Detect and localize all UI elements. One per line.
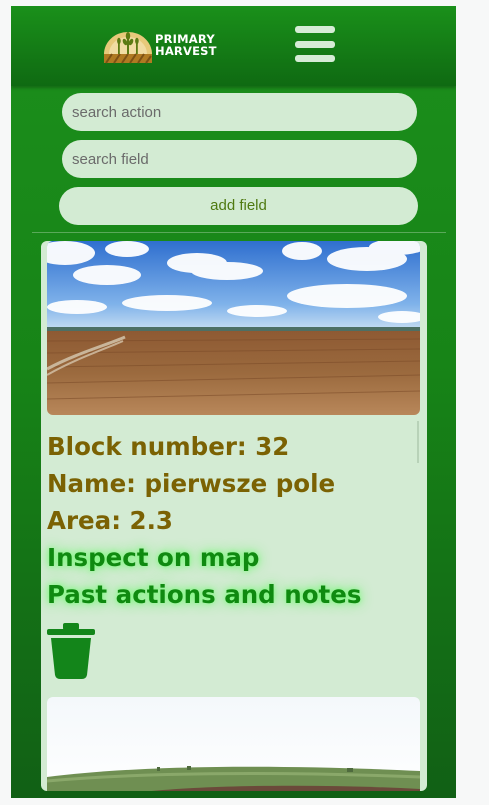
field-list[interactable]: Block number: 32 Name: pierwsze pole Are… bbox=[41, 241, 427, 791]
field-name: Name: pierwsze pole bbox=[47, 469, 336, 498]
field-photo-image-2 bbox=[47, 697, 420, 791]
hamburger-menu-icon-bar-bottom bbox=[295, 55, 335, 62]
field-photo-2 bbox=[47, 697, 420, 791]
inspect-on-map-link[interactable]: Inspect on map bbox=[47, 539, 361, 576]
app-screen: PRIMARY HARVEST add field bbox=[11, 6, 456, 798]
field-photo bbox=[47, 241, 420, 415]
field-area: Area: 2.3 bbox=[47, 506, 173, 535]
logo-wordmark: PRIMARY HARVEST bbox=[155, 33, 217, 57]
hamburger-menu-icon-bar-middle bbox=[295, 41, 335, 48]
block-number: Block number: 32 bbox=[47, 432, 290, 461]
past-actions-link[interactable]: Past actions and notes bbox=[47, 576, 361, 613]
hamburger-menu-icon-bar-top bbox=[295, 26, 335, 33]
trash-icon[interactable] bbox=[46, 623, 96, 679]
search-action-input[interactable] bbox=[62, 93, 417, 131]
search-field-input[interactable] bbox=[62, 140, 417, 178]
primary-harvest-logo[interactable]: PRIMARY HARVEST bbox=[103, 30, 233, 64]
scrollbar[interactable] bbox=[417, 421, 419, 463]
harvest-sun-field-icon bbox=[104, 32, 152, 64]
field-photo-image bbox=[47, 241, 420, 415]
logo-line-harvest: HARVEST bbox=[155, 44, 217, 58]
menu-button[interactable] bbox=[295, 26, 335, 64]
add-field-button[interactable]: add field bbox=[59, 187, 418, 225]
divider bbox=[32, 232, 446, 233]
app-header: PRIMARY HARVEST bbox=[11, 6, 456, 86]
field-info: Block number: 32 Name: pierwsze pole Are… bbox=[47, 428, 361, 613]
